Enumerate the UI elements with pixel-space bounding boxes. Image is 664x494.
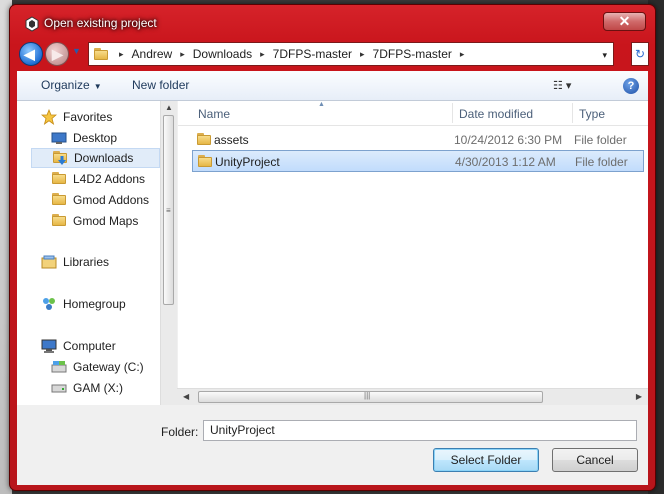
- open-project-dialog: Open existing project ✕ ◀ ▶ ▼ ▸ Andrew ▸…: [9, 4, 656, 491]
- nav-label: Homegroup: [63, 297, 126, 311]
- star-icon: [40, 108, 58, 125]
- folder-icon: [51, 213, 67, 229]
- nav-label: L4D2 Addons: [73, 172, 146, 186]
- address-bar[interactable]: ▸ Andrew ▸ Downloads ▸ 7DFPS-master ▸ 7D…: [88, 42, 614, 66]
- nav-desktop[interactable]: Desktop: [51, 128, 160, 148]
- nav-drive-c[interactable]: Gateway (C:): [51, 357, 160, 377]
- desktop-icon: [51, 130, 67, 146]
- folder-icon: [51, 192, 67, 208]
- address-row: ◀ ▶ ▼ ▸ Andrew ▸ Downloads ▸ 7DFPS-maste…: [17, 40, 649, 68]
- breadcrumb-separator-icon[interactable]: ▸: [180, 49, 185, 60]
- nav-label: Computer: [63, 339, 116, 353]
- file-date: 10/24/2012 6:30 PM: [454, 133, 563, 147]
- sort-ascending-icon: ▲: [318, 101, 325, 108]
- breadcrumb-downloads[interactable]: Downloads: [193, 47, 252, 61]
- nav-gmod-addons[interactable]: Gmod Addons: [51, 190, 160, 210]
- command-bar: Organize ▼ New folder ☷ ▾ ?: [17, 71, 648, 101]
- breadcrumb-andrew[interactable]: Andrew: [132, 47, 173, 61]
- nav-favorites[interactable]: Favorites: [40, 107, 160, 127]
- scroll-up-arrow-icon[interactable]: ▲: [165, 103, 173, 112]
- folder-label: Folder:: [161, 425, 199, 439]
- nav-label: Desktop: [73, 131, 118, 145]
- dialog-client-area: Organize ▼ New folder ☷ ▾ ? Favorites Des…: [17, 71, 648, 485]
- file-list-scrollbar[interactable]: ◀ ||| ▶: [177, 388, 648, 405]
- recent-pages-dropdown-icon[interactable]: ▼: [72, 46, 81, 56]
- refresh-button[interactable]: ↻: [631, 42, 649, 66]
- downloads-icon: [52, 150, 68, 166]
- folder-field[interactable]: UnityProject: [203, 420, 637, 441]
- cancel-button[interactable]: Cancel: [552, 448, 638, 472]
- scroll-left-arrow-icon[interactable]: ◀: [183, 392, 189, 401]
- libraries-icon: [41, 254, 57, 270]
- nav-label: Libraries: [63, 255, 110, 269]
- address-dropdown-icon[interactable]: ▾: [602, 50, 607, 61]
- help-icon[interactable]: ?: [623, 78, 639, 94]
- file-type: File folder: [575, 155, 628, 169]
- file-date: 4/30/2013 1:12 AM: [455, 155, 556, 169]
- navigation-pane: Favorites Desktop Downloads L4D2 Addons …: [17, 101, 177, 405]
- back-arrow-icon: ◀: [24, 46, 35, 62]
- drive-icon: [51, 359, 67, 375]
- nav-scrollbar-thumb[interactable]: ≡: [163, 115, 174, 305]
- chevron-down-icon: ▼: [93, 82, 102, 91]
- nav-homegroup[interactable]: Homegroup: [41, 294, 160, 314]
- dialog-footer: Folder: UnityProject Select Folder Cance…: [17, 405, 648, 485]
- file-type: File folder: [574, 133, 627, 147]
- folder-icon: [197, 154, 213, 168]
- breadcrumb-7dfps-master[interactable]: 7DFPS-master: [273, 47, 352, 61]
- close-button[interactable]: ✕: [603, 12, 646, 31]
- column-date-modified[interactable]: Date modified: [459, 107, 533, 121]
- organize-label: Organize: [41, 78, 90, 92]
- column-name[interactable]: Name: [198, 107, 230, 121]
- file-row-unityproject[interactable]: UnityProject 4/30/2013 1:12 AM File fold…: [192, 150, 644, 172]
- column-divider[interactable]: [452, 103, 453, 123]
- back-button[interactable]: ◀: [19, 42, 43, 66]
- nav-label: Downloads: [74, 151, 134, 165]
- file-name: UnityProject: [215, 155, 280, 169]
- nav-label: Favorites: [63, 110, 113, 124]
- grip-icon: ≡: [166, 206, 171, 215]
- folder-icon: [196, 132, 212, 146]
- breadcrumb-7dfps-master-current[interactable]: 7DFPS-master: [373, 47, 452, 61]
- nav-label: GAM (X:): [73, 381, 123, 395]
- nav-scrollbar[interactable]: ▲ ≡: [160, 101, 177, 405]
- select-folder-button[interactable]: Select Folder: [433, 448, 539, 472]
- nav-downloads[interactable]: Downloads: [31, 148, 160, 168]
- computer-icon: [41, 338, 57, 354]
- file-list: ▲ Name Date modified Type assets 10/24/2…: [178, 101, 648, 405]
- file-name: assets: [214, 133, 249, 147]
- forward-button[interactable]: ▶: [45, 42, 69, 66]
- folder-icon: [51, 171, 67, 187]
- file-row-assets[interactable]: assets 10/24/2012 6:30 PM File folder: [192, 129, 644, 151]
- nav-label: Gmod Maps: [73, 214, 139, 228]
- file-list-scrollbar-thumb[interactable]: |||: [198, 391, 543, 403]
- scroll-right-arrow-icon[interactable]: ▶: [636, 392, 642, 401]
- breadcrumb-separator-icon[interactable]: ▸: [260, 49, 265, 60]
- grip-icon: |||: [364, 391, 371, 400]
- nav-libraries[interactable]: Libraries: [41, 252, 160, 272]
- new-folder-button[interactable]: New folder: [132, 78, 189, 92]
- drive-icon: [51, 380, 67, 396]
- view-options-button[interactable]: ☷ ▾: [553, 79, 593, 95]
- nav-computer[interactable]: Computer: [41, 336, 160, 356]
- column-divider[interactable]: [572, 103, 573, 123]
- nav-label: Gateway (C:): [73, 360, 144, 374]
- nav-drive-x[interactable]: GAM (X:): [51, 378, 160, 398]
- unity-icon: [25, 16, 39, 32]
- folder-icon: [93, 47, 109, 61]
- breadcrumb-separator-icon[interactable]: ▸: [460, 49, 465, 60]
- breadcrumb-separator-icon[interactable]: ▸: [119, 49, 124, 60]
- nav-l4d2-addons[interactable]: L4D2 Addons: [51, 169, 160, 189]
- homegroup-icon: [41, 296, 57, 312]
- breadcrumb: ▸ Andrew ▸ Downloads ▸ 7DFPS-master ▸ 7D…: [111, 43, 472, 65]
- nav-label: Gmod Addons: [73, 193, 150, 207]
- organize-button[interactable]: Organize ▼: [41, 78, 102, 92]
- column-headers: ▲ Name Date modified Type: [178, 101, 648, 126]
- forward-arrow-icon: ▶: [52, 46, 63, 62]
- window-title: Open existing project: [44, 16, 157, 30]
- column-type[interactable]: Type: [579, 107, 605, 121]
- breadcrumb-separator-icon[interactable]: ▸: [360, 49, 365, 60]
- nav-gmod-maps[interactable]: Gmod Maps: [51, 211, 160, 231]
